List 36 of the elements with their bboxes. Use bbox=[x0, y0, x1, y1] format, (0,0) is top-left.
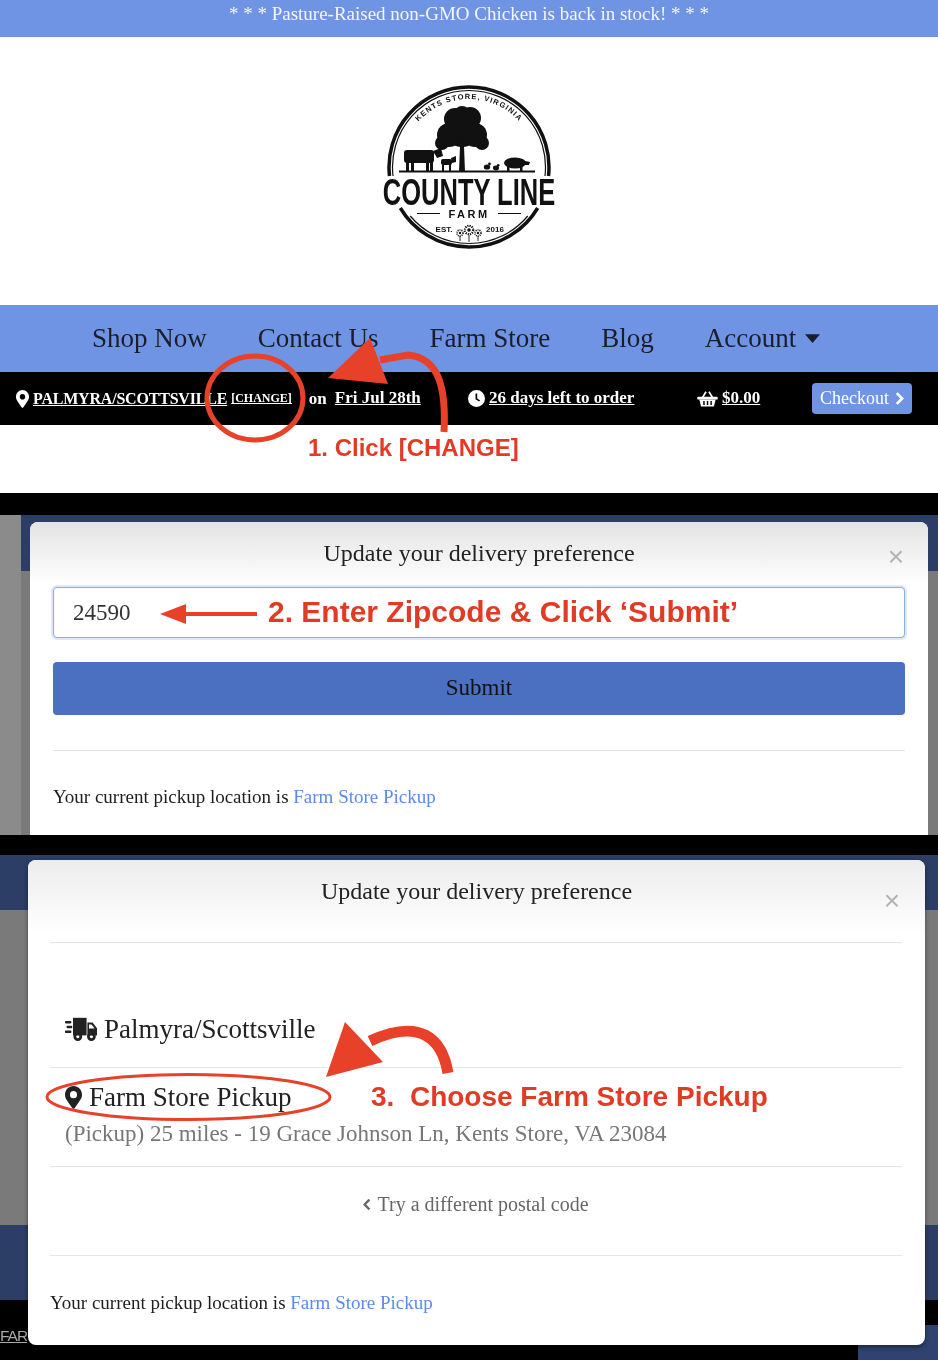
nav-link[interactable]: Shop Now bbox=[92, 322, 207, 355]
map-pin-icon bbox=[65, 1085, 82, 1109]
step-annotation: 3. Choose Farm Store Pickup bbox=[371, 1080, 768, 1114]
nav-link[interactable]: Blog bbox=[601, 322, 654, 355]
delivery-date-link[interactable]: Fri Jul 28th bbox=[334, 388, 421, 409]
basket-icon bbox=[697, 390, 718, 407]
step-annotation: 2. Enter Zipcode & Click ‘Submit’ bbox=[268, 594, 739, 630]
logo-subtitle: FARM bbox=[448, 207, 490, 220]
back-link[interactable]: Try a different postal code bbox=[363, 1190, 589, 1218]
link-fragment: FAR bbox=[0, 1326, 28, 1346]
current-location-text: Your current pickup location is Farm Store Pickup bbox=[53, 785, 437, 809]
chevron-right-icon bbox=[895, 391, 904, 406]
announcement-banner: * * * Pasture-Raised non-GMO Chicken is back in stock! * * * bbox=[0, 0, 938, 37]
countdown-link[interactable]: 26 days left to order bbox=[489, 388, 635, 409]
date-prefix: on bbox=[308, 387, 327, 410]
dialog-title: Update your delivery preference bbox=[323, 538, 635, 568]
nav-link[interactable]: Farm Store bbox=[429, 322, 551, 355]
map-pin-icon bbox=[16, 389, 29, 408]
current-location-link[interactable]: Farm Store Pickup bbox=[293, 786, 436, 807]
option-address: (Pickup) 25 miles - 19 Grace Johnson Ln, Kents Store, VA 23084 bbox=[65, 1120, 668, 1148]
checkout-button[interactable]: Checkout bbox=[812, 383, 912, 414]
truck-icon bbox=[65, 1016, 97, 1042]
logo-est-year: 2016 bbox=[486, 225, 504, 234]
dialog-title: Update your delivery preference bbox=[320, 877, 633, 906]
chevron-left-icon bbox=[363, 1197, 372, 1211]
clock-icon bbox=[468, 390, 485, 407]
step-annotation: 1. Click [CHANGE] bbox=[308, 434, 519, 461]
location-option[interactable]: Palmyra/Scottsville bbox=[104, 1012, 316, 1046]
logo-est-label: EST. bbox=[435, 225, 453, 234]
sunflower-drawing bbox=[456, 224, 482, 243]
submit-button[interactable]: Submit bbox=[53, 662, 905, 715]
current-location-link[interactable]: Farm Store Pickup bbox=[290, 1292, 433, 1313]
nav-link[interactable]: Account bbox=[704, 322, 821, 355]
change-link[interactable]: [CHANGE] bbox=[231, 391, 292, 406]
cart-total-link[interactable]: $0.00 bbox=[722, 388, 761, 409]
current-location-text: Your current pickup location is Farm Store Pickup bbox=[50, 1291, 434, 1315]
